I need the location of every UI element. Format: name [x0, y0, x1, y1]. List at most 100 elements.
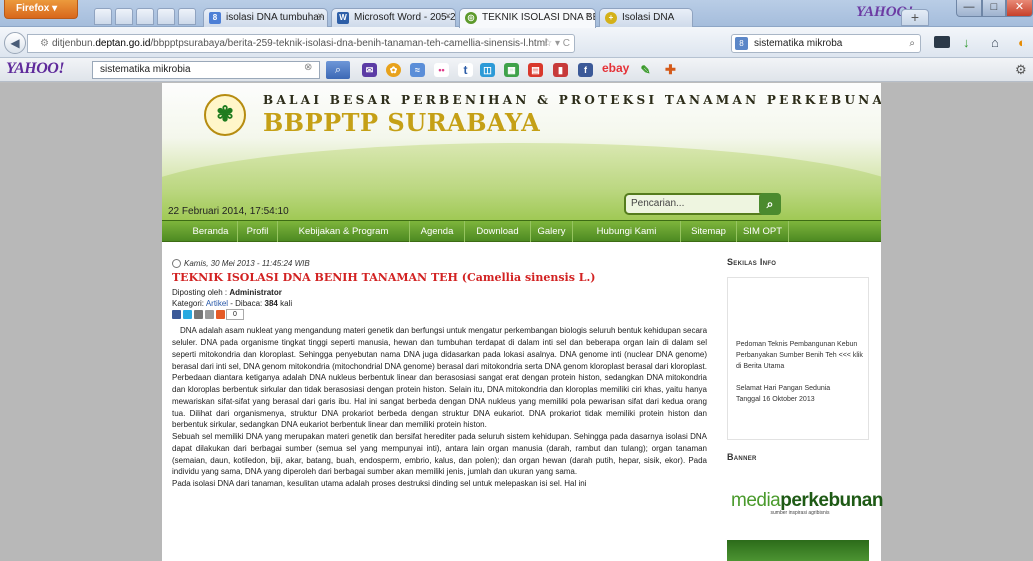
answers-icon[interactable]: ◫ — [480, 63, 495, 77]
addon-icon[interactable]: ◐ — [1018, 36, 1026, 49]
tab-isolasi-dna[interactable]: + Isolasi DNA — [599, 8, 693, 27]
tab-teknik-isolasi[interactable]: ◎ TEKNIK ISOLASI DNA BENIH TANA... × — [459, 8, 596, 28]
pinned-tab[interactable] — [94, 8, 112, 25]
leaf-icon[interactable]: ✎ — [638, 63, 653, 77]
pinned-tab[interactable] — [136, 8, 154, 25]
browser-tab-bar: Firefox ▾ 8 isolasi DNA tumbuhan - Penel… — [0, 0, 1033, 28]
banner-heading: Banner — [727, 452, 757, 462]
site-page: ✾ BALAI BESAR PERBENIHAN & PROTEKSI TANA… — [162, 83, 883, 561]
url-domain: deptan.go.id — [95, 38, 151, 49]
article-paragraph: Perbedaan diantara ketiganya adalah DNA … — [172, 373, 707, 430]
post-date: Kamis, 30 Mei 2013 - 11:45:24 WIB — [172, 259, 707, 269]
current-datetime: 22 Februari 2014, 17:54:10 — [168, 206, 289, 217]
banner-image[interactable] — [727, 540, 869, 561]
site-search-button[interactable]: ⌕ — [759, 193, 781, 215]
twitter-share-icon[interactable] — [183, 310, 192, 320]
close-tab-icon[interactable]: × — [317, 11, 323, 22]
site-search-input[interactable]: Pencarian... — [624, 193, 772, 215]
bookmark-star-icon[interactable]: ☆ ▾ C — [543, 35, 570, 52]
tab-word-document[interactable]: W Microsoft Word - 205-214, Annisa ... × — [331, 8, 456, 27]
firefox-menu-button[interactable]: Firefox ▾ — [4, 0, 78, 19]
mail-icon[interactable]: ✉ — [362, 63, 377, 77]
menu-profil[interactable]: Profil — [238, 221, 278, 242]
close-tab-icon[interactable]: × — [445, 11, 451, 22]
article-paragraph: Sebuah sel memiliki DNA yang merupakan m… — [172, 432, 707, 477]
tab-title: TEKNIK ISOLASI DNA BENIH TANA... — [482, 12, 595, 23]
close-tab-icon[interactable]: × — [585, 11, 591, 22]
ebay-link[interactable]: ebay — [602, 61, 629, 75]
download-icon[interactable]: ↓ — [963, 36, 970, 49]
minimize-button[interactable]: — — [956, 0, 982, 17]
sekilas-info-box: Pedoman Teknis Pembangunan Kebun Perbany… — [727, 277, 869, 440]
menu-beranda[interactable]: Beranda — [184, 221, 238, 242]
tumblr-icon[interactable]: t — [458, 63, 473, 77]
google-search-icon[interactable]: 8 — [735, 37, 748, 50]
tab-title: isolasi DNA tumbuhan - Penelusur... — [226, 12, 327, 23]
tab-google-search[interactable]: 8 isolasi DNA tumbuhan - Penelusur... × — [203, 8, 328, 27]
word-doc-icon: W — [337, 12, 349, 24]
navigation-bar: ◀ ⚙ ditjenbun.deptan.go.id/bbpptpsurabaya… — [0, 27, 1033, 58]
flower-icon[interactable]: ✿ — [386, 63, 401, 77]
article-body: DNA adalah asam nukleat yang mengandung … — [172, 325, 707, 490]
search-icon[interactable]: ⌕ — [909, 35, 915, 52]
share-count: 0 — [226, 309, 244, 321]
facebook-icon[interactable]: f — [578, 63, 593, 77]
back-button[interactable]: ◀ — [4, 32, 26, 54]
google-search-icon: 8 — [209, 12, 221, 24]
menu-download[interactable]: Download — [465, 221, 531, 242]
settings-gear-icon[interactable]: ⚙ — [1015, 62, 1027, 78]
tab-title: Microsoft Word - 205-214, Annisa ... — [354, 12, 456, 23]
menu-sim-opt[interactable]: SIM OPT — [737, 221, 789, 242]
clock-icon — [172, 259, 181, 269]
flickr-icon[interactable]: •• — [434, 63, 449, 77]
menu-hubungi-kami[interactable]: Hubungi Kami — [573, 221, 681, 242]
post-title[interactable]: TEKNIK ISOLASI DNA BENIH TANAMAN TEH (Ca… — [172, 271, 707, 284]
browser-search-value: sistematika mikroba — [754, 38, 843, 49]
more-share-icon[interactable] — [216, 310, 225, 320]
category-link[interactable]: Artikel — [206, 299, 228, 308]
institution-title: BALAI BESAR PERBENIHAN & PROTEKSI TANAMA… — [263, 93, 881, 107]
sports-icon[interactable]: ▤ — [528, 63, 543, 77]
menu-kebijakan-program[interactable]: Kebijakan & Program — [278, 221, 410, 242]
clear-search-icon[interactable]: ⊗ — [304, 62, 312, 73]
info-item-pedoman[interactable]: Pedoman Teknis Pembangunan Kebun Perbany… — [736, 339, 866, 372]
share-buttons: 0 — [172, 309, 707, 321]
pinned-tab[interactable] — [115, 8, 133, 25]
site-name[interactable]: BBPPTP SURABAYA — [263, 108, 540, 137]
bookmark-icon[interactable]: ▮ — [553, 63, 568, 77]
weather-icon[interactable]: ≈ — [410, 63, 425, 77]
sidebar: Sekilas Info Pedoman Teknis Pembangunan … — [723, 249, 883, 561]
pinned-tab[interactable] — [178, 8, 196, 25]
menu-agenda[interactable]: Agenda — [410, 221, 465, 242]
main-menu: Beranda Profil Kebijakan & Program Agend… — [162, 220, 881, 242]
read-count: 384 — [264, 299, 278, 309]
yahoo-search-input[interactable]: sistematika mikrobia — [92, 61, 320, 79]
article-content: Kamis, 30 Mei 2013 - 11:45:24 WIB TEKNIK… — [172, 249, 707, 561]
new-tab-button[interactable]: + — [901, 9, 929, 26]
home-icon[interactable]: ⌂ — [991, 36, 999, 49]
facebook-share-icon[interactable] — [172, 310, 181, 320]
info-item-hari-pangan[interactable]: Selamat Hari Pangan Sedunia Tanggal 16 O… — [736, 383, 846, 405]
bbpptp-logo[interactable]: ✾ — [204, 94, 246, 136]
email-share-icon[interactable] — [194, 310, 203, 320]
screen-icon[interactable] — [934, 36, 950, 48]
print-share-icon[interactable] — [205, 310, 214, 320]
site-identity-icon[interactable]: ⚙ — [40, 38, 49, 49]
post-category-line: Kategori: Artikel - Dibaca: 384 kali — [172, 299, 293, 309]
browser-search-box[interactable]: 8 sistematika mikroba ⌕ — [731, 34, 921, 53]
maximize-button[interactable]: □ — [982, 0, 1006, 17]
address-bar[interactable]: ⚙ ditjenbun.deptan.go.id/bbpptpsurabaya/b… — [27, 34, 575, 53]
site-favicon: + — [605, 12, 617, 24]
yahoo-search-button[interactable]: ⌕ — [326, 61, 350, 79]
yahoo-logo[interactable]: YAHOO! — [6, 60, 65, 78]
menu-galery[interactable]: Galery — [531, 221, 573, 242]
menu-sitemap[interactable]: Sitemap — [681, 221, 737, 242]
add-button-icon[interactable]: ✚ — [663, 63, 678, 77]
close-window-button[interactable]: ✕ — [1006, 0, 1033, 17]
news-icon[interactable]: ▦ — [504, 63, 519, 77]
post-author-line: Diposting oleh : Administrator — [172, 288, 282, 298]
post-author: Administrator — [229, 288, 282, 298]
tab-title: Isolasi DNA — [622, 12, 675, 23]
media-perkebunan-banner[interactable]: mediaperkebunan sumber inspirasi agribis… — [731, 490, 883, 516]
pinned-tab[interactable] — [157, 8, 175, 25]
